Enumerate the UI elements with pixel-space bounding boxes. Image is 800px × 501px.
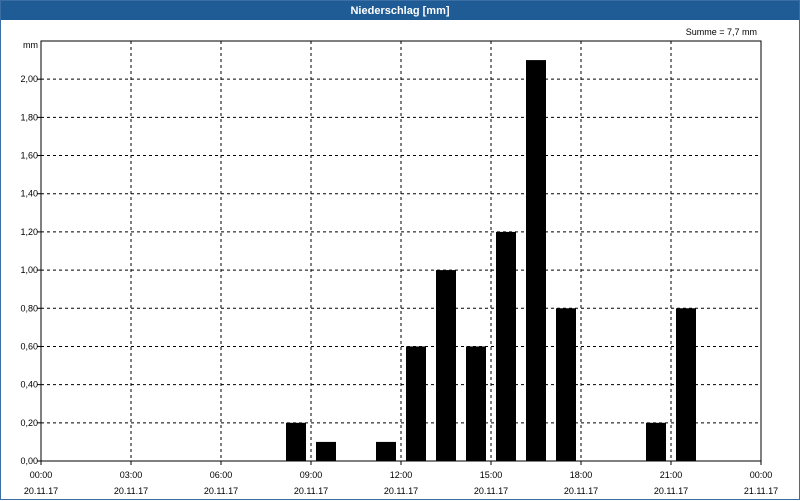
bar xyxy=(526,60,546,461)
x-tick-label-date: 20.11.17 xyxy=(24,486,58,496)
bar xyxy=(376,441,396,461)
x-tick-label-date: 20.11.17 xyxy=(564,486,598,496)
x-tick-label-date: 21.11.17 xyxy=(744,486,778,496)
y-tick-label: 1,60 xyxy=(20,151,38,161)
y-axis-unit-label: mm xyxy=(23,40,38,50)
bar xyxy=(646,422,666,461)
x-tick-label-time: 21:00 xyxy=(660,470,683,480)
x-axis: 00:00 20.11.17 03:00 20.11.17 06:00 20.11.17 0… xyxy=(24,461,778,496)
bar xyxy=(436,270,456,461)
x-tick-label-time: 03:00 xyxy=(120,470,143,480)
x-tick-label-time: 00:00 xyxy=(30,470,53,480)
y-tick-label: 1,00 xyxy=(20,265,38,275)
y-tick-label: 0,40 xyxy=(20,380,38,390)
bar xyxy=(316,441,336,461)
x-tick-label-date: 20.11.17 xyxy=(474,486,508,496)
x-tick-label-date: 20.11.17 xyxy=(204,486,238,496)
x-tick-label-date: 20.11.17 xyxy=(114,486,148,496)
y-tick-label: 0,80 xyxy=(20,303,38,313)
y-tick-label: 2,00 xyxy=(20,74,38,84)
x-tick-label-time: 15:00 xyxy=(480,470,503,480)
bar xyxy=(496,231,516,461)
y-tick-label: 1,20 xyxy=(20,227,38,237)
x-tick-label-date: 20.11.17 xyxy=(654,486,688,496)
y-tick-label: 1,40 xyxy=(20,189,38,199)
x-tick-label-time: 18:00 xyxy=(570,470,593,480)
bar-chart: 0,00 0,20 0,40 0,60 0,80 1,00 1,20 1,40 1,60 1,80… xyxy=(20,27,778,496)
chart-window: Niederschlag [mm] 0,00 0,20 0,40 0,60 0,80 1,… xyxy=(0,0,800,500)
x-tick-label-time: 06:00 xyxy=(210,470,233,480)
y-tick-label: 0,60 xyxy=(20,341,38,351)
x-tick-label-time: 09:00 xyxy=(300,470,323,480)
bar xyxy=(286,422,306,461)
bar xyxy=(466,346,486,461)
bar xyxy=(406,346,426,461)
x-tick-label-time: 00:00 xyxy=(750,470,773,480)
bar xyxy=(676,308,696,461)
y-tick-label: 0,20 xyxy=(20,418,38,428)
y-tick-label: 1,80 xyxy=(20,112,38,122)
y-axis: 0,00 0,20 0,40 0,60 0,80 1,00 1,20 1,40 1,60 1,80… xyxy=(20,74,41,466)
sum-annotation: Summe = 7,7 mm xyxy=(686,27,757,37)
x-tick-label-time: 12:00 xyxy=(390,470,413,480)
x-tick-label-date: 20.11.17 xyxy=(294,486,328,496)
bar xyxy=(556,308,576,461)
x-tick-label-date: 20.11.17 xyxy=(384,486,418,496)
y-tick-label: 0,00 xyxy=(20,456,38,466)
